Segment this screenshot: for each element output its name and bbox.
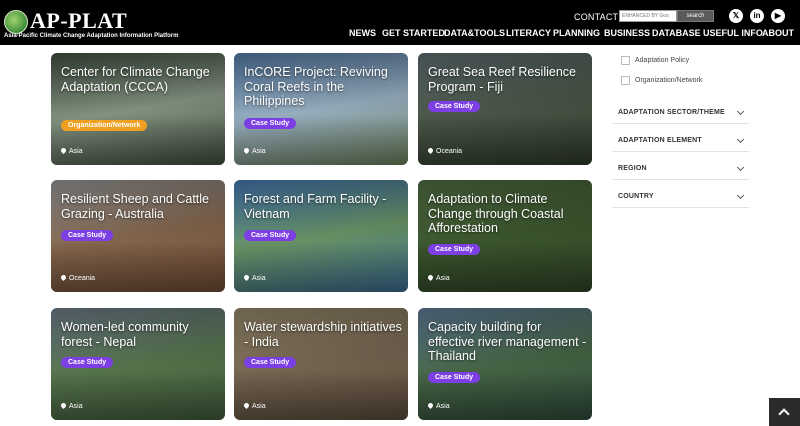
x-icon[interactable]: 𝕏 xyxy=(729,9,743,23)
card-badge: Case Study xyxy=(428,101,481,112)
linkedin-icon[interactable]: in xyxy=(750,9,764,23)
filter-facet-adaptation-element[interactable]: ADAPTATION ELEMENT xyxy=(612,128,749,152)
card-badge: Case Study xyxy=(61,230,114,241)
back-to-top-button[interactable] xyxy=(769,398,800,426)
card-badge: Case Study xyxy=(428,244,481,255)
filter-checkbox[interactable] xyxy=(621,76,630,85)
nav-business[interactable]: BUSINESS xyxy=(604,28,650,38)
facet-label: COUNTRY xyxy=(618,193,654,200)
card-location-label: Oceania xyxy=(69,275,96,282)
facet-label: REGION xyxy=(618,165,647,172)
card-title[interactable]: Forest and Farm Facility - Vietnam xyxy=(244,192,404,221)
nav-planning[interactable]: PLANNING xyxy=(553,28,600,38)
search-box: search xyxy=(619,10,714,22)
card-location: Oceania xyxy=(426,146,463,155)
resource-card[interactable]: Center for Climate Change Adaptation (CC… xyxy=(51,53,225,165)
card-location-label: Oceania xyxy=(436,148,463,155)
resource-card[interactable]: Resilient Sheep and Cattle Grazing - Aus… xyxy=(51,180,225,292)
filter-checkbox[interactable] xyxy=(621,56,630,65)
card-badge: Organization/Network xyxy=(61,120,148,131)
card-title[interactable]: Great Sea Reef Resilience Program - Fiji xyxy=(428,65,588,94)
nav-database[interactable]: DATABASE xyxy=(652,28,701,38)
search-input[interactable] xyxy=(619,10,677,22)
filter-checkbox-label[interactable]: Adaptation Policy xyxy=(635,57,689,64)
resource-card[interactable]: InCORE Project: Reviving Coral Reefs in … xyxy=(234,53,408,165)
location-pin-icon xyxy=(242,146,251,155)
resource-card[interactable]: Women-led community forest - Nepal Case S… xyxy=(51,308,225,420)
contact-link[interactable]: CONTACT xyxy=(574,12,618,22)
card-location-label: Asia xyxy=(69,403,83,410)
youtube-icon[interactable]: ▶ xyxy=(771,9,785,23)
resource-card[interactable]: Water stewardship initiatives - India Cas… xyxy=(234,308,408,420)
resource-card[interactable]: Forest and Farm Facility - Vietnam Case S… xyxy=(234,180,408,292)
card-badge: Case Study xyxy=(61,357,114,368)
card-title[interactable]: Adaptation to Climate Change through Coa… xyxy=(428,192,588,236)
card-location: Asia xyxy=(242,273,266,282)
location-pin-icon xyxy=(426,401,435,410)
nav-data-tools[interactable]: DATA&TOOLS xyxy=(444,28,505,38)
card-title[interactable]: Women-led community forest - Nepal xyxy=(61,320,221,349)
search-button[interactable]: search xyxy=(677,10,714,22)
resource-card[interactable]: Capacity building for effective river ma… xyxy=(418,308,592,420)
chevron-down-icon xyxy=(736,135,745,144)
filter-facet-region[interactable]: REGION xyxy=(612,156,749,180)
card-badge: Case Study xyxy=(244,357,297,368)
card-title[interactable]: Resilient Sheep and Cattle Grazing - Aus… xyxy=(61,192,221,221)
card-title[interactable]: Capacity building for effective river ma… xyxy=(428,320,588,364)
card-location-label: Asia xyxy=(252,275,266,282)
logo-subtitle: Asia-Pacific Climate Change Adaptation I… xyxy=(4,33,179,39)
logo-text: AP-PLAT xyxy=(30,8,128,33)
logo[interactable]: AP-PLAT Asia-Pacific Climate Change Adap… xyxy=(4,8,194,42)
card-badge: Case Study xyxy=(244,230,297,241)
card-location: Oceania xyxy=(59,273,96,282)
card-badge: Case Study xyxy=(428,372,481,383)
site-header: AP-PLAT Asia-Pacific Climate Change Adap… xyxy=(0,0,800,45)
logo-globe-icon xyxy=(4,10,28,34)
filter-facet-adaptation-sector-theme[interactable]: ADAPTATION SECTOR/THEME xyxy=(612,100,749,124)
location-pin-icon xyxy=(242,273,251,282)
card-location: Asia xyxy=(59,401,83,410)
facet-label: ADAPTATION SECTOR/THEME xyxy=(618,109,725,116)
filter-checkbox-label[interactable]: Organization/Network xyxy=(635,77,702,84)
resource-card[interactable]: Great Sea Reef Resilience Program - Fiji… xyxy=(418,53,592,165)
card-location: Asia xyxy=(426,401,450,410)
chevron-down-icon xyxy=(736,107,745,116)
nav-literacy[interactable]: LITERACY xyxy=(506,28,551,38)
location-pin-icon xyxy=(426,273,435,282)
nav-about[interactable]: ABOUT xyxy=(762,28,794,38)
resource-card[interactable]: Adaptation to Climate Change through Coa… xyxy=(418,180,592,292)
nav-useful-info[interactable]: USEFUL INFO xyxy=(703,28,763,38)
location-pin-icon xyxy=(426,146,435,155)
card-title[interactable]: Center for Climate Change Adaptation (CC… xyxy=(61,65,221,94)
location-pin-icon xyxy=(59,146,68,155)
nav-news[interactable]: NEWS xyxy=(349,28,376,38)
chevron-down-icon xyxy=(736,191,745,200)
card-location: Asia xyxy=(242,146,266,155)
card-location-label: Asia xyxy=(252,403,266,410)
card-location-label: Asia xyxy=(69,148,83,155)
chevron-down-icon xyxy=(736,163,745,172)
card-title[interactable]: InCORE Project: Reviving Coral Reefs in … xyxy=(244,65,404,109)
chevron-up-icon xyxy=(778,408,790,420)
location-pin-icon xyxy=(59,273,68,282)
nav-get-started[interactable]: GET STARTED xyxy=(382,28,445,38)
card-location: Asia xyxy=(426,273,450,282)
card-location-label: Asia xyxy=(436,403,450,410)
location-pin-icon xyxy=(242,401,251,410)
card-title[interactable]: Water stewardship initiatives - India xyxy=(244,320,404,349)
location-pin-icon xyxy=(59,401,68,410)
card-location-label: Asia xyxy=(252,148,266,155)
card-badge: Case Study xyxy=(244,118,297,129)
card-location: Asia xyxy=(242,401,266,410)
card-location-label: Asia xyxy=(436,275,450,282)
filter-facet-country[interactable]: COUNTRY xyxy=(612,184,749,208)
card-location: Asia xyxy=(59,146,83,155)
facet-label: ADAPTATION ELEMENT xyxy=(618,137,702,144)
